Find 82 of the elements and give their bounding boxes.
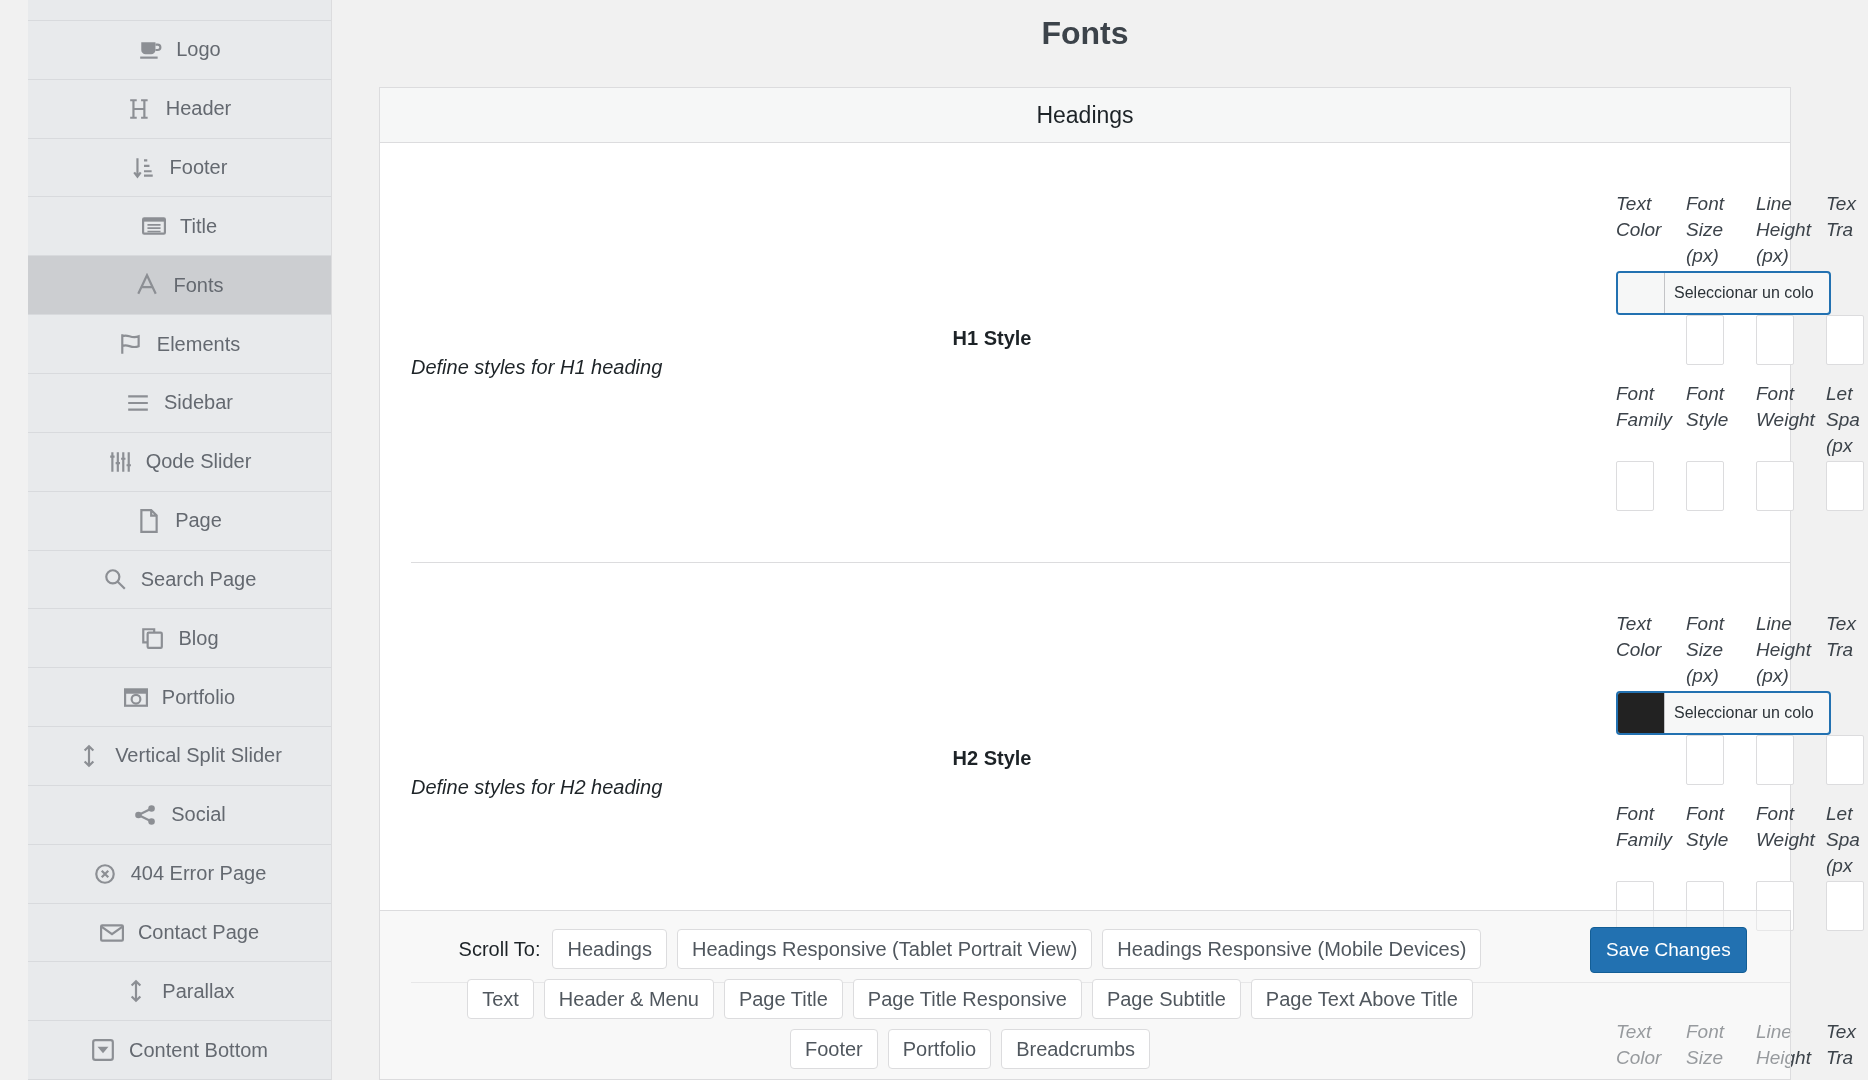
save-button[interactable]: Save Changes (1590, 927, 1747, 973)
sidebar-item[interactable]: Logo (28, 20, 331, 80)
sort-icon (131, 155, 156, 180)
sidebar-item[interactable]: Fonts (28, 256, 331, 316)
sidebar-item[interactable]: Elements (28, 315, 331, 374)
sidebar-item[interactable]: Parallax (28, 962, 331, 1022)
field-label: Text Color (1616, 1020, 1662, 1070)
field-label: Font Style (1686, 382, 1729, 432)
sidebar-item[interactable]: Vertical Split Slider (28, 727, 331, 786)
scroll-link-button[interactable]: Page Text Above Title (1250, 979, 1473, 1019)
scroll-link-button[interactable]: Text (467, 979, 534, 1019)
sidebar-item[interactable]: Content Bottom (28, 1021, 331, 1080)
dropdown-icon (91, 1038, 115, 1063)
input-field[interactable] (1756, 461, 1794, 511)
page-title: Fonts (1040, 14, 1130, 53)
field-label: Text Color (1616, 192, 1662, 242)
sidebar-item[interactable]: Contact Page (28, 903, 331, 963)
field-label: Font Weight (1756, 802, 1815, 852)
section-description: Define styles for H2 heading (411, 775, 664, 799)
input-field[interactable] (1826, 461, 1864, 511)
sidebar-item[interactable]: Page (28, 491, 331, 551)
select-color-button[interactable]: Seleccionar un colo (1665, 273, 1829, 313)
sidebar-item[interactable]: Portfolio (28, 668, 331, 728)
close-circle-icon (92, 861, 117, 886)
scroll-link-button[interactable]: Page Subtitle (1091, 979, 1241, 1019)
color-picker[interactable]: Seleccionar un colo (1616, 271, 1831, 315)
select-color-button[interactable]: Seleccionar un colo (1665, 693, 1829, 733)
field-label: Font Weight (1756, 382, 1815, 432)
field-label: Tex Tra (1826, 192, 1856, 242)
sidebar-item[interactable]: Blog (28, 609, 331, 669)
scroll-link-button[interactable]: Headings (552, 929, 667, 969)
scroll-label: Scroll To: (458, 937, 541, 961)
input-field[interactable] (1756, 315, 1794, 365)
panel-header: Headings (380, 88, 1790, 143)
input-field[interactable] (1826, 315, 1864, 365)
field-label: Tex Tra (1826, 612, 1856, 662)
share-icon (133, 802, 158, 827)
field-label: Font Family (1616, 802, 1672, 852)
field-label: Font Family (1616, 382, 1672, 432)
scroll-link-button[interactable]: Page Title (723, 979, 843, 1019)
input-field[interactable] (1616, 461, 1654, 511)
copy-icon (140, 626, 165, 651)
field-label: Let Spa (px (1826, 382, 1860, 458)
scroll-link-button[interactable]: Portfolio (887, 1029, 992, 1069)
input-field[interactable] (1826, 881, 1864, 931)
scroll-link-button[interactable]: Headings Responsive (Tablet Portrait View) (677, 929, 1093, 969)
scroll-link-button[interactable]: Page Title Responsive (852, 979, 1082, 1019)
scroll-link-button[interactable]: Footer (789, 1029, 878, 1069)
sidebar-item[interactable]: Social (28, 785, 331, 845)
field-label: Line Height (px) (1756, 192, 1811, 268)
input-field[interactable] (1686, 461, 1724, 511)
field-label: Font Style (1686, 802, 1729, 852)
sidebar-item[interactable]: 404 Error Page (28, 844, 331, 904)
sidebar-item[interactable]: Sidebar (28, 374, 331, 433)
color-picker[interactable]: Seleccionar un colo (1616, 691, 1831, 735)
camera-icon (123, 685, 148, 710)
input-field[interactable] (1756, 735, 1794, 785)
sliders-icon (107, 449, 132, 474)
field-label: Tex Tra (1826, 1020, 1856, 1070)
field-label: Text Color (1616, 612, 1662, 662)
input-field[interactable] (1686, 735, 1724, 785)
scroll-link-button[interactable]: Breadcrumbs (1001, 1029, 1151, 1069)
field-label: Font Size (1686, 1020, 1725, 1070)
sidebar-item[interactable]: Search Page (28, 550, 331, 610)
section-title: H2 Style (951, 746, 1033, 770)
section-description: Define styles for H1 heading (411, 355, 664, 379)
field-label: Font Size (px) (1686, 612, 1725, 688)
scroll-link-button[interactable]: Header & Menu (543, 979, 714, 1019)
sidebar-item[interactable]: Footer (28, 138, 331, 198)
field-label: Font Size (px) (1686, 192, 1725, 268)
flag-icon (118, 332, 143, 357)
sidebar-item[interactable]: Qode Slider (28, 432, 331, 492)
search-icon (102, 567, 127, 592)
scroll-link-button[interactable]: Headings Responsive (Mobile Devices) (1102, 929, 1482, 969)
input-field[interactable] (1756, 881, 1794, 931)
input-field[interactable] (1826, 735, 1864, 785)
field-label: Line Height (1756, 1020, 1811, 1070)
sidebar-item[interactable]: Header (28, 79, 331, 139)
input-field[interactable] (1686, 315, 1724, 365)
field-label: Let Spa (px (1826, 802, 1860, 878)
field-label: Line Height (px) (1756, 612, 1811, 688)
section-title: H1 Style (951, 326, 1033, 350)
